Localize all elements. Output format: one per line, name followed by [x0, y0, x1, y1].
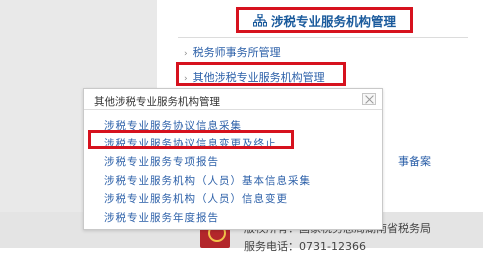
section-title: 涉税专业服务机构管理 [270, 13, 396, 29]
submenu-popup: 其他涉税专业服务机构管理 涉税专业服务协议信息采集 涉税专业服务协议信息变更及终… [83, 88, 383, 230]
close-icon[interactable] [362, 93, 376, 105]
section-header[interactable]: 涉税专业服务机构管理 [236, 7, 413, 33]
popup-item-info-change[interactable]: 涉税专业服务机构（人员）信息变更 [104, 191, 288, 206]
org-tree-icon [252, 13, 267, 27]
popup-item-annual-report[interactable]: 涉税专业服务年度报告 [104, 210, 219, 225]
bullet-icon: › [184, 49, 188, 59]
popup-item-basic-info-collect[interactable]: 涉税专业服务机构（人员）基本信息采集 [104, 173, 311, 188]
popup-divider [84, 109, 382, 110]
highlight-box-other-agencies [176, 62, 346, 86]
footer-phone: 服务电话：0731-12366 [244, 240, 366, 253]
popup-title: 其他涉税专业服务机构管理 [94, 96, 220, 108]
section-divider [178, 37, 468, 38]
link-label: 税务师事务所管理 [192, 46, 281, 59]
highlight-box-agreement-change [88, 130, 294, 149]
popup-item-special-report[interactable]: 涉税专业服务专项报告 [104, 154, 219, 169]
link-tax-agent-firm[interactable]: › 税务师事务所管理 [184, 44, 281, 60]
background-link[interactable]: 事备案 [398, 153, 431, 169]
